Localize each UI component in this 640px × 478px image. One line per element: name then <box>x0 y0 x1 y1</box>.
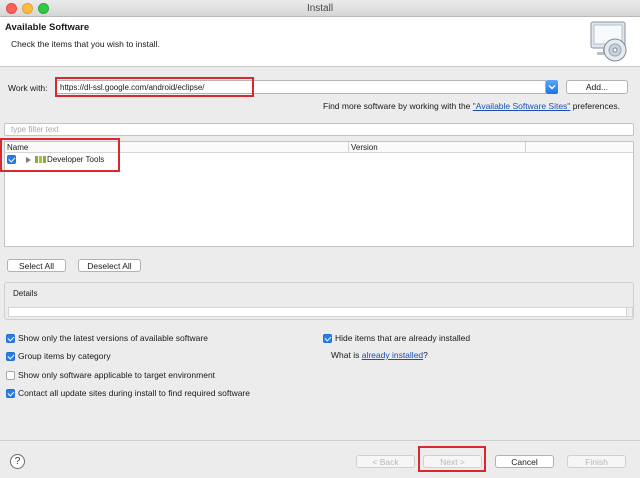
what-is-installed-text: What is already installed? <box>331 350 428 360</box>
option-label: Show only the latest versions of availab… <box>18 333 208 343</box>
cancel-button[interactable]: Cancel <box>495 455 554 468</box>
already-installed-link[interactable]: already installed <box>362 350 423 360</box>
software-table: Name Version Developer Tools <box>4 141 634 247</box>
find-more-suffix: preferences. <box>572 101 620 111</box>
details-scrollbar[interactable] <box>626 307 633 317</box>
details-title: Details <box>13 289 38 298</box>
filter-input[interactable]: type filter text <box>4 123 634 136</box>
option-label: Group items by category <box>18 351 111 361</box>
window-title: Install <box>306 3 334 14</box>
what-is-suffix: ? <box>423 350 428 360</box>
group-by-category-checkbox[interactable] <box>6 352 15 361</box>
work-with-label: Work with: <box>8 83 48 93</box>
find-more-text: Find more software by working with the "… <box>323 101 620 111</box>
developer-tools-checkbox[interactable] <box>7 155 16 164</box>
wizard-header: Available Software Check the items that … <box>0 17 640 67</box>
window-titlebar: Install <box>0 0 640 17</box>
page-title: Available Software <box>5 22 90 33</box>
table-row[interactable]: Developer Tools <box>5 154 633 166</box>
latest-versions-checkbox[interactable] <box>6 334 15 343</box>
available-software-sites-link[interactable]: "Available Software Sites" <box>473 101 571 111</box>
details-group: Details <box>4 282 634 320</box>
select-all-button[interactable]: Select All <box>7 259 66 272</box>
work-with-input[interactable]: https://dl-ssl.google.com/android/eclips… <box>55 80 546 94</box>
add-site-button[interactable]: Add... <box>566 80 628 94</box>
next-button[interactable]: Next > <box>423 455 482 468</box>
hide-installed-checkbox[interactable] <box>323 334 332 343</box>
work-with-dropdown-button[interactable] <box>546 80 558 94</box>
option-label: Contact all update sites during install … <box>18 388 250 398</box>
target-environment-checkbox[interactable] <box>6 371 15 380</box>
finish-button[interactable]: Finish <box>567 455 626 468</box>
option-label: Hide items that are already installed <box>335 333 471 343</box>
deselect-all-button[interactable]: Deselect All <box>78 259 141 272</box>
back-button[interactable]: < Back <box>356 455 415 468</box>
option-label: Show only software applicable to target … <box>18 370 216 380</box>
chevron-down-icon <box>548 85 556 90</box>
contact-update-sites-checkbox[interactable] <box>6 389 15 398</box>
column-separator <box>525 142 526 153</box>
find-more-prefix: Find more software by working with the <box>323 101 471 111</box>
details-text-area[interactable] <box>8 307 628 317</box>
page-description: Check the items that you wish to install… <box>11 39 160 49</box>
row-name: Developer Tools <box>47 155 105 164</box>
column-name-header[interactable]: Name <box>5 142 348 153</box>
column-version-header[interactable]: Version <box>349 142 525 153</box>
install-software-icon <box>590 21 627 62</box>
table-header: Name Version <box>5 142 633 153</box>
footer-separator <box>0 440 640 441</box>
help-button[interactable]: ? <box>10 454 25 469</box>
what-is-prefix: What is <box>331 350 360 360</box>
expand-triangle-icon[interactable] <box>26 157 31 163</box>
category-icon <box>35 156 46 163</box>
